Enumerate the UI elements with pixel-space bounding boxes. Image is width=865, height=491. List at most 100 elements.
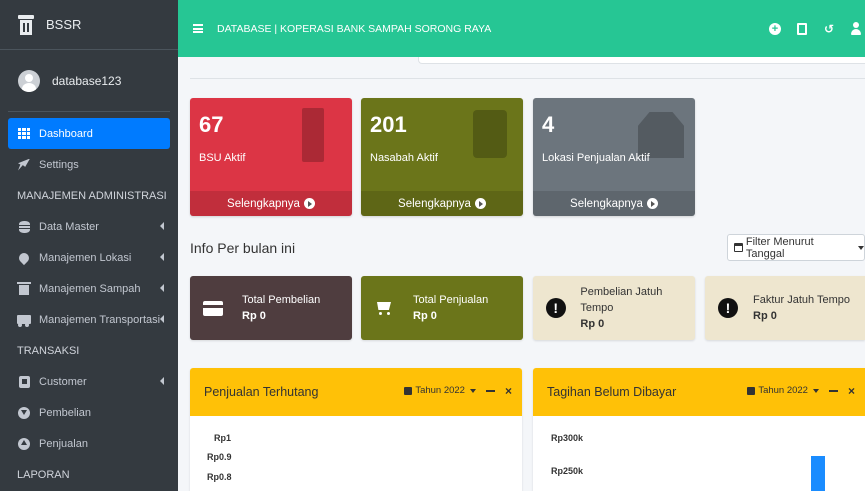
more-info-link[interactable]: Selengkapnya [190, 191, 352, 216]
info-value: Rp 0 [580, 318, 605, 330]
collapse-button[interactable] [828, 389, 838, 392]
sidebar-item-penjualan[interactable]: Penjualan [8, 428, 170, 459]
sidebar-item-customer[interactable]: Customer [8, 366, 170, 397]
sidebar-item-label: Pembelian [39, 406, 91, 419]
card-tools: Tahun 2022 × [404, 385, 512, 397]
info-box-faktur-jatuh-tempo: ! Faktur Jatuh Tempo Rp 0 [705, 276, 865, 340]
close-icon[interactable]: × [505, 385, 512, 397]
database-icon [17, 220, 31, 233]
collapse-button[interactable] [485, 389, 495, 392]
card-tagihan-belum-dibayar: Tagihan Belum Dibayar Tahun 2022 × Rp300… [533, 368, 865, 491]
sidebar-item-label: Customer [39, 375, 87, 388]
info-value: Rp 0 [753, 310, 777, 322]
sidebar-item-label: Manajemen Lokasi [39, 251, 132, 264]
filter-label: Filter Menurut Tanggal [745, 235, 814, 260]
info-value: Rp 0 [413, 310, 437, 322]
arrow-circle-down-icon [17, 406, 31, 419]
user-name: database123 [52, 73, 122, 88]
info-label: Faktur Jatuh Tempo [753, 294, 851, 306]
stat-value: 201 [370, 112, 407, 137]
caret-down-icon [812, 388, 819, 393]
sidebar-item-data-master[interactable]: Data Master [8, 211, 170, 242]
year-label: Tahun 2022 [758, 385, 808, 396]
caret-down-icon [858, 245, 864, 250]
more-info-link[interactable]: Selengkapnya [533, 191, 695, 216]
arrow-circle-right-icon [646, 198, 658, 209]
sidebar-item-label: Manajemen Transportasi [39, 313, 161, 326]
chevron-left-icon [160, 284, 164, 292]
user-panel[interactable]: database123 [8, 50, 170, 112]
chevron-left-icon [160, 377, 164, 385]
y-tick: Rp0.8 [207, 472, 232, 482]
menu-toggle-icon[interactable] [193, 24, 203, 33]
sidebar-item-manajemen-lokasi[interactable]: Manajemen Lokasi [8, 242, 170, 273]
filter-date-button[interactable]: Filter Menurut Tanggal [727, 234, 865, 261]
address-book-icon [17, 375, 31, 388]
brand-link[interactable]: BSSR [0, 0, 178, 50]
sidebar-item-manajemen-transportasi[interactable]: Manajemen Transportasi [8, 304, 170, 335]
chevron-left-icon [160, 222, 164, 230]
info-label: Total Penjualan [413, 294, 489, 306]
y-tick: Rp1 [214, 433, 232, 443]
user-icon[interactable] [851, 22, 861, 35]
nav-header-transaksi: TRANSAKSI [17, 344, 80, 357]
sidebar-item-label: Dashboard [39, 127, 93, 140]
nav-header-admin: MANAJEMEN ADMINISTRASI [17, 189, 167, 202]
more-info-link[interactable]: Selengkapnya [361, 191, 523, 216]
trash-can-logo-icon [18, 14, 34, 35]
close-icon[interactable]: × [848, 385, 855, 397]
address-book-icon [473, 110, 507, 158]
more-info-label: Selengkapnya [398, 197, 471, 210]
content-divider [190, 78, 865, 79]
sidebar-item-settings[interactable]: Settings [8, 149, 170, 180]
page-title: DATABASE | KOPERASI BANK SAMPAH SORONG R… [217, 22, 492, 35]
grid-icon [17, 128, 31, 139]
y-tick: Rp0.9 [207, 452, 232, 462]
stat-value: 67 [199, 112, 224, 137]
sidebar-item-manajemen-sampah[interactable]: Manajemen Sampah [8, 273, 170, 304]
sidebar-item-pembelian[interactable]: Pembelian [8, 397, 170, 428]
shopping-cart-icon [373, 297, 395, 319]
arrow-circle-right-icon [303, 198, 315, 209]
stat-label: BSU Aktif [199, 152, 246, 164]
card-header: Tagihan Belum Dibayar Tahun 2022 × [533, 368, 865, 416]
y-tick: Rp300k [551, 433, 584, 443]
top-navbar: DATABASE | KOPERASI BANK SAMPAH SORONG R… [178, 0, 865, 57]
stat-box-nasabah: 201 Nasabah Aktif Selengkapnya [361, 98, 523, 216]
year-dropdown[interactable]: Tahun 2022 [747, 385, 819, 396]
y-tick: Rp250k [551, 466, 584, 476]
stat-label: Nasabah Aktif [370, 152, 438, 164]
sidebar: BSSR database123 Dashboard Settings MANA… [0, 0, 178, 491]
sidebar-item-label: Manajemen Sampah [39, 282, 141, 295]
year-label: Tahun 2022 [415, 385, 465, 396]
stat-label: Lokasi Penjualan Aktif [542, 152, 650, 164]
calendar-icon [404, 386, 413, 395]
card-penjualan-terhutang: Penjualan Terhutang Tahun 2022 × Rp1 Rp0… [190, 368, 522, 491]
truck-icon [17, 315, 31, 327]
sidebar-item-dashboard[interactable]: Dashboard [8, 118, 170, 149]
section-title: Info Per bulan ini [190, 240, 296, 256]
topbar-icons: + ↺ [769, 0, 865, 57]
sidebar-item-label: Settings [39, 158, 79, 171]
more-info-label: Selengkapnya [227, 197, 300, 210]
calculator-icon[interactable] [797, 22, 807, 35]
stat-box-lokasi: 4 Lokasi Penjualan Aktif Selengkapnya [533, 98, 695, 216]
building-icon [302, 108, 324, 162]
rocket-icon [17, 158, 31, 171]
chart-bar [811, 456, 825, 491]
trash-icon [17, 281, 31, 295]
chevron-left-icon [160, 253, 164, 261]
exclamation-circle-icon: ! [717, 297, 739, 319]
info-box-total-pembelian: Total Pembelian Rp 0 [190, 276, 352, 340]
brand-name: BSSR [46, 17, 82, 32]
calendar-icon [734, 243, 743, 252]
info-box-pembelian-jatuh-tempo: ! Pembelian Jatuh Tempo Rp 0 [533, 276, 695, 340]
year-dropdown[interactable]: Tahun 2022 [404, 385, 476, 396]
sidebar-nav: Dashboard Settings MANAJEMEN ADMINISTRAS… [0, 112, 178, 490]
plus-circle-icon[interactable]: + [769, 22, 781, 35]
history-icon[interactable]: ↺ [823, 22, 835, 36]
chevron-left-icon [160, 315, 164, 323]
avatar [18, 69, 40, 92]
stat-box-bsu: 67 BSU Aktif Selengkapnya [190, 98, 352, 216]
stat-value: 4 [542, 112, 555, 137]
